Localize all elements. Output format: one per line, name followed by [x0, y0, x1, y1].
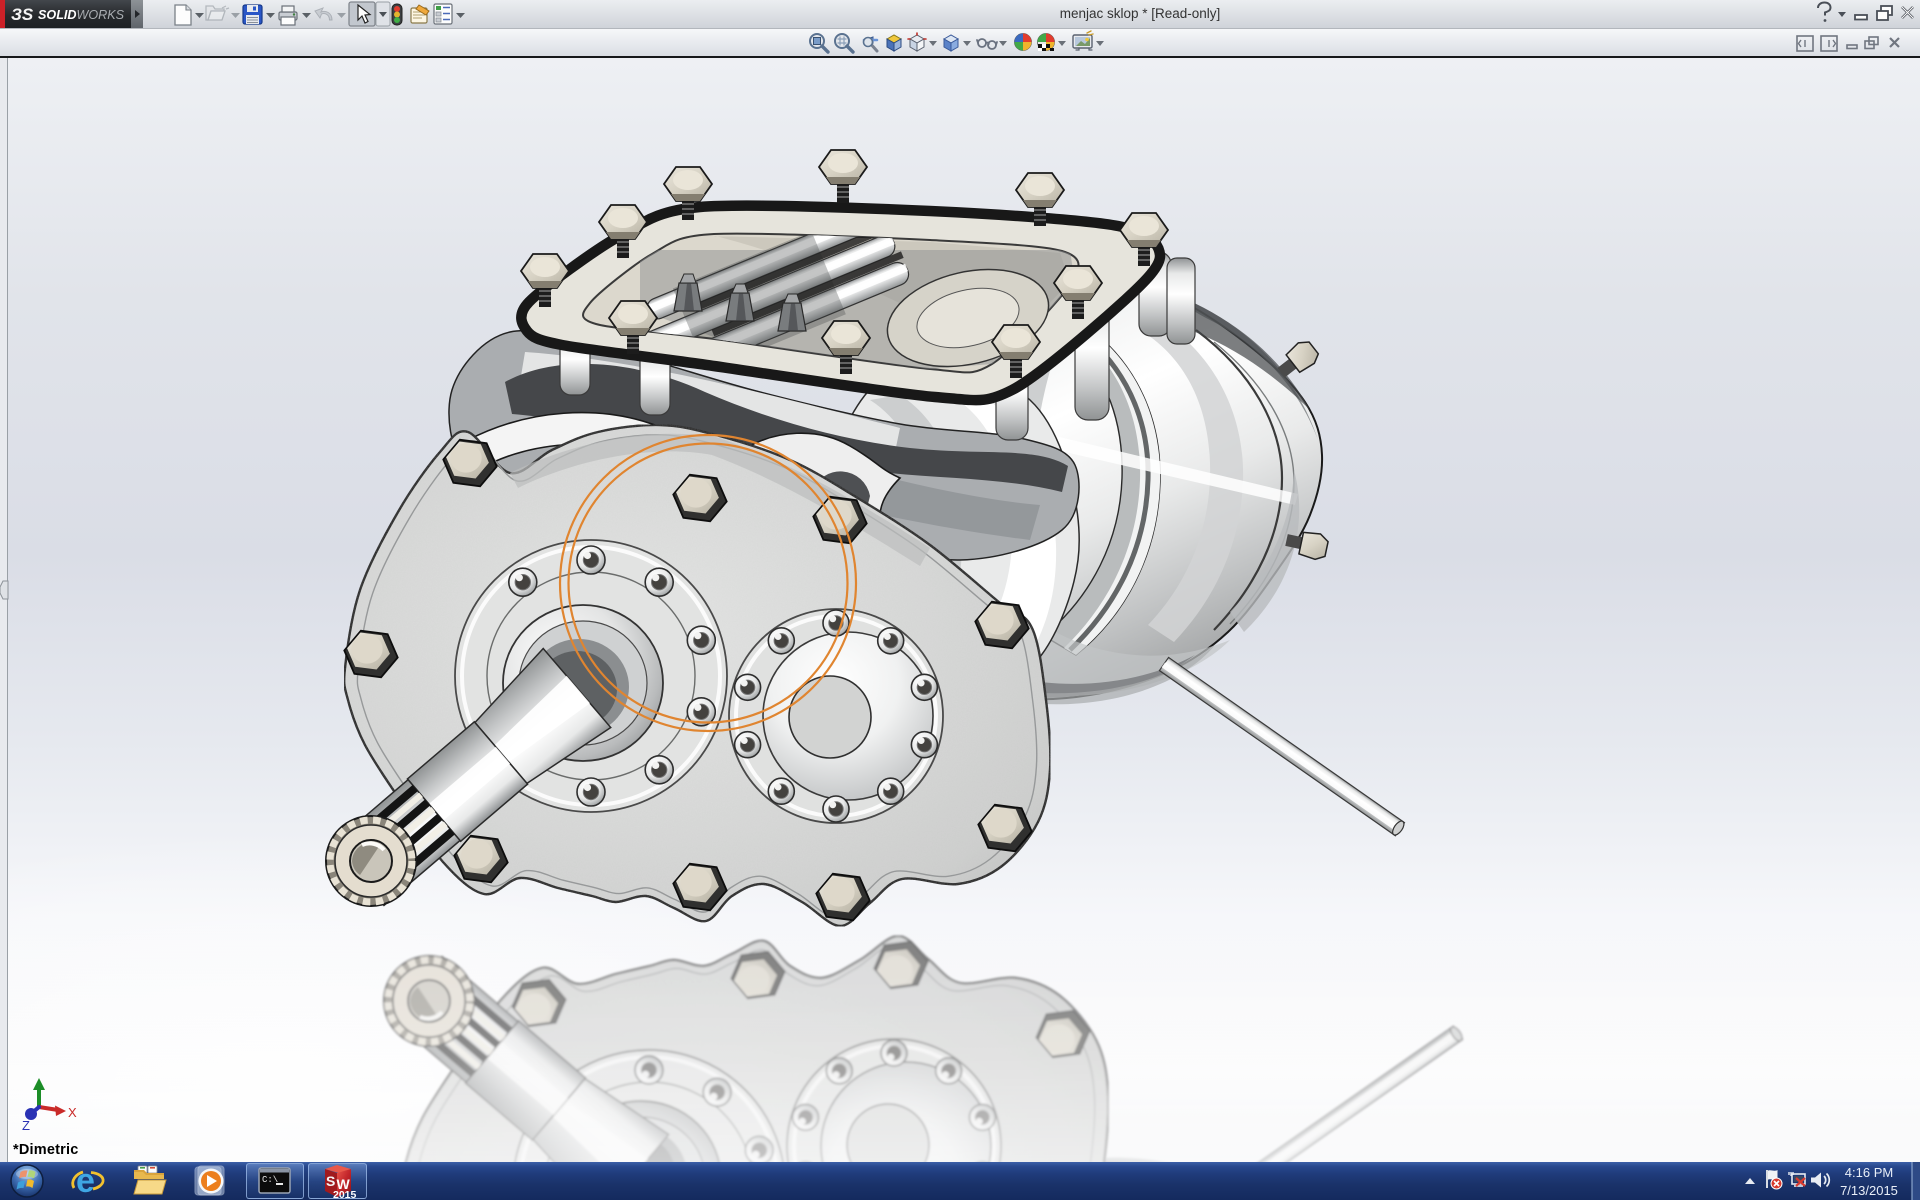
svg-text:Z: Z — [22, 1118, 30, 1133]
svg-text:e: e — [76, 1162, 95, 1200]
svg-text:2015: 2015 — [333, 1189, 357, 1200]
svg-text:ЗS: ЗS — [11, 5, 34, 24]
svg-text:SOLIDWORKS: SOLIDWORKS — [38, 8, 125, 22]
svg-text:C:\: C:\ — [262, 1175, 278, 1185]
svg-text:S: S — [326, 1173, 335, 1189]
svg-text:X: X — [68, 1105, 77, 1120]
